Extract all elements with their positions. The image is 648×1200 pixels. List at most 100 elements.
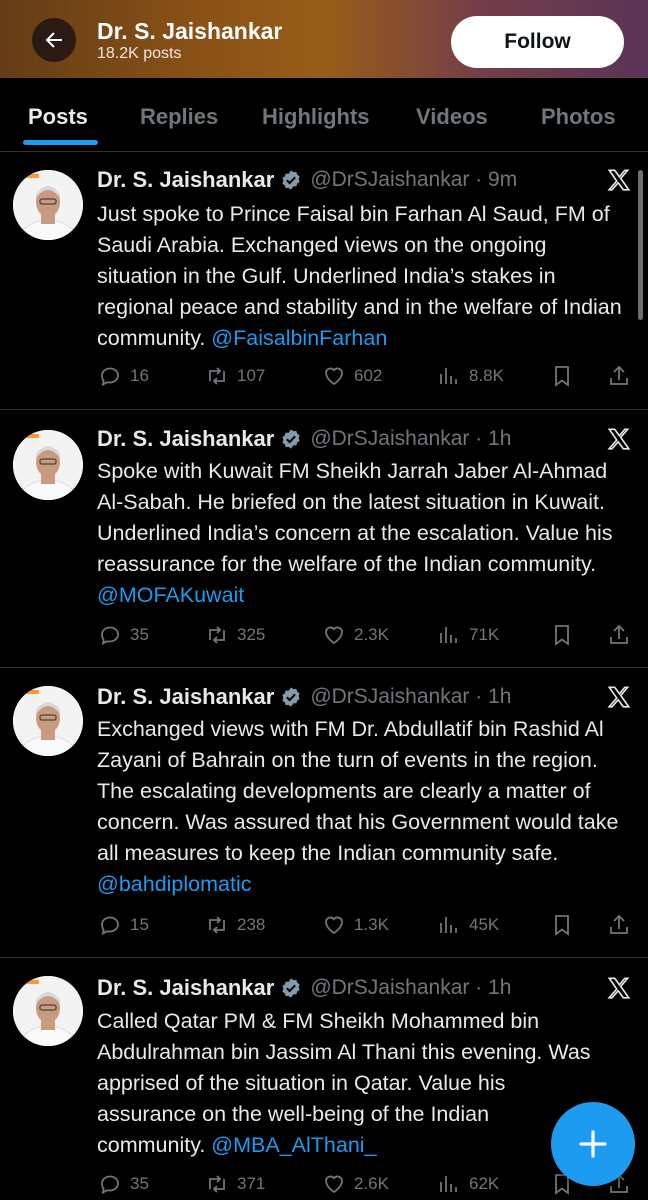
tweet-text: Exchanged views with FM Dr. Abdullatif b… — [97, 714, 627, 900]
repost-count: 325 — [237, 625, 266, 644]
like-icon — [325, 367, 343, 386]
avatar[interactable] — [13, 686, 83, 756]
mention-link[interactable]: @MOFAKuwait — [97, 583, 244, 607]
reply-icon — [101, 916, 119, 936]
repost-button[interactable]: 238 — [205, 910, 265, 940]
active-tab-indicator — [23, 140, 98, 145]
verified-badge-icon — [282, 687, 300, 707]
tweet-body: Exchanged views with FM Dr. Abdullatif b… — [97, 717, 619, 865]
repost-button[interactable]: 371 — [205, 1169, 265, 1199]
bookmark-icon — [555, 625, 569, 646]
tweet-actions: 35 325 2.3K 71K — [0, 620, 648, 650]
repost-icon — [209, 367, 225, 385]
like-icon — [325, 626, 343, 645]
post-count: 18.2K posts — [97, 45, 182, 62]
repost-count: 371 — [237, 1174, 266, 1193]
x-logo-icon — [607, 169, 631, 191]
bookmark-icon — [555, 915, 569, 936]
tab-posts[interactable]: Posts — [28, 104, 88, 130]
view-count: 71K — [469, 625, 500, 644]
compose-plus-icon — [579, 1130, 607, 1158]
reply-count: 15 — [130, 915, 149, 934]
repost-button[interactable]: 325 — [205, 620, 265, 650]
tweet-header: Dr. S. Jaishankar @DrSJaishankar · 1h — [97, 683, 511, 711]
header-title: Dr. S. Jaishankar 18.2K posts — [97, 18, 282, 64]
view-count: 45K — [469, 915, 500, 934]
author-name[interactable]: Dr. S. Jaishankar — [97, 975, 274, 1001]
like-count: 2.3K — [354, 625, 389, 644]
share-icon — [610, 624, 628, 644]
compose-button[interactable] — [551, 1102, 635, 1186]
like-button[interactable]: 602 — [322, 361, 382, 391]
views-icon — [440, 368, 457, 384]
mention-link[interactable]: @FaisalbinFarhan — [211, 326, 387, 350]
reply-button[interactable]: 15 — [98, 910, 149, 940]
reply-icon — [101, 626, 119, 646]
tweet-header: Dr. S. Jaishankar @DrSJaishankar · 1h — [97, 425, 511, 453]
author-name[interactable]: Dr. S. Jaishankar — [97, 684, 274, 710]
author-handle-time[interactable]: @DrSJaishankar · 9m — [310, 168, 517, 192]
author-handle-time[interactable]: @DrSJaishankar · 1h — [310, 976, 511, 1000]
bookmark-button[interactable] — [550, 620, 574, 650]
verified-badge-icon — [282, 170, 300, 190]
verified-badge-icon — [282, 429, 300, 449]
like-button[interactable]: 1.3K — [322, 910, 389, 940]
like-button[interactable]: 2.6K — [322, 1169, 389, 1199]
tweet[interactable]: Dr. S. Jaishankar @DrSJaishankar · 1h Ca… — [0, 958, 648, 1200]
mention-link[interactable]: @MBA_AlThani_ — [211, 1133, 376, 1157]
views-button[interactable]: 45K — [437, 910, 499, 940]
views-icon — [440, 627, 457, 643]
tweet-text: Just spoke to Prince Faisal bin Farhan A… — [97, 199, 627, 354]
views-icon — [440, 1176, 457, 1192]
tweet-body: Spoke with Kuwait FM Sheikh Jarrah Jaber… — [97, 459, 613, 576]
share-button[interactable] — [607, 910, 631, 940]
tweet-text: Spoke with Kuwait FM Sheikh Jarrah Jaber… — [97, 456, 627, 611]
views-button[interactable]: 71K — [437, 620, 499, 650]
reply-count: 35 — [130, 625, 149, 644]
reply-icon — [101, 1175, 119, 1195]
tweet[interactable]: Dr. S. Jaishankar @DrSJaishankar · 1h Ex… — [0, 668, 648, 958]
mention-link[interactable]: @bahdiplomatic — [97, 872, 252, 896]
repost-count: 107 — [237, 366, 266, 385]
share-icon — [610, 365, 628, 385]
x-logo-icon — [607, 686, 631, 708]
bookmark-button[interactable] — [550, 361, 574, 391]
author-handle-time[interactable]: @DrSJaishankar · 1h — [310, 685, 511, 709]
tweet-actions: 35 371 2.6K 62K — [0, 1169, 648, 1199]
like-button[interactable]: 2.3K — [322, 620, 389, 650]
follow-button[interactable]: Follow — [451, 16, 624, 68]
tab-videos[interactable]: Videos — [416, 104, 488, 130]
author-name[interactable]: Dr. S. Jaishankar — [97, 167, 274, 193]
tab-photos[interactable]: Photos — [541, 104, 616, 130]
tab-replies[interactable]: Replies — [140, 104, 218, 130]
reply-count: 16 — [130, 366, 149, 385]
tweet-header: Dr. S. Jaishankar @DrSJaishankar · 9m — [97, 166, 517, 194]
x-logo-icon — [607, 977, 631, 999]
tweet-actions: 15 238 1.3K 45K — [0, 910, 648, 940]
scrollbar[interactable] — [638, 170, 643, 320]
back-button[interactable] — [32, 18, 76, 62]
reply-icon — [101, 367, 119, 387]
author-name[interactable]: Dr. S. Jaishankar — [97, 426, 274, 452]
like-count: 1.3K — [354, 915, 389, 934]
views-button[interactable]: 62K — [437, 1169, 499, 1199]
bookmark-button[interactable] — [550, 910, 574, 940]
views-button[interactable]: 8.8K — [437, 361, 504, 391]
share-button[interactable] — [607, 361, 631, 391]
reply-button[interactable]: 35 — [98, 620, 149, 650]
profile-name: Dr. S. Jaishankar — [97, 18, 283, 44]
avatar[interactable] — [13, 430, 83, 500]
tweet[interactable]: Dr. S. Jaishankar @DrSJaishankar · 9m Ju… — [0, 152, 648, 410]
reply-button[interactable]: 16 — [98, 361, 149, 391]
avatar[interactable] — [13, 976, 83, 1046]
bookmark-icon — [555, 366, 569, 387]
tweet[interactable]: Dr. S. Jaishankar @DrSJaishankar · 1h Sp… — [0, 410, 648, 668]
repost-icon — [209, 1175, 225, 1193]
repost-button[interactable]: 107 — [205, 361, 265, 391]
author-handle-time[interactable]: @DrSJaishankar · 1h — [310, 427, 511, 451]
reply-button[interactable]: 35 — [98, 1169, 149, 1199]
tab-highlights[interactable]: Highlights — [262, 104, 370, 130]
share-button[interactable] — [607, 620, 631, 650]
repost-icon — [209, 626, 225, 644]
avatar[interactable] — [13, 170, 83, 240]
